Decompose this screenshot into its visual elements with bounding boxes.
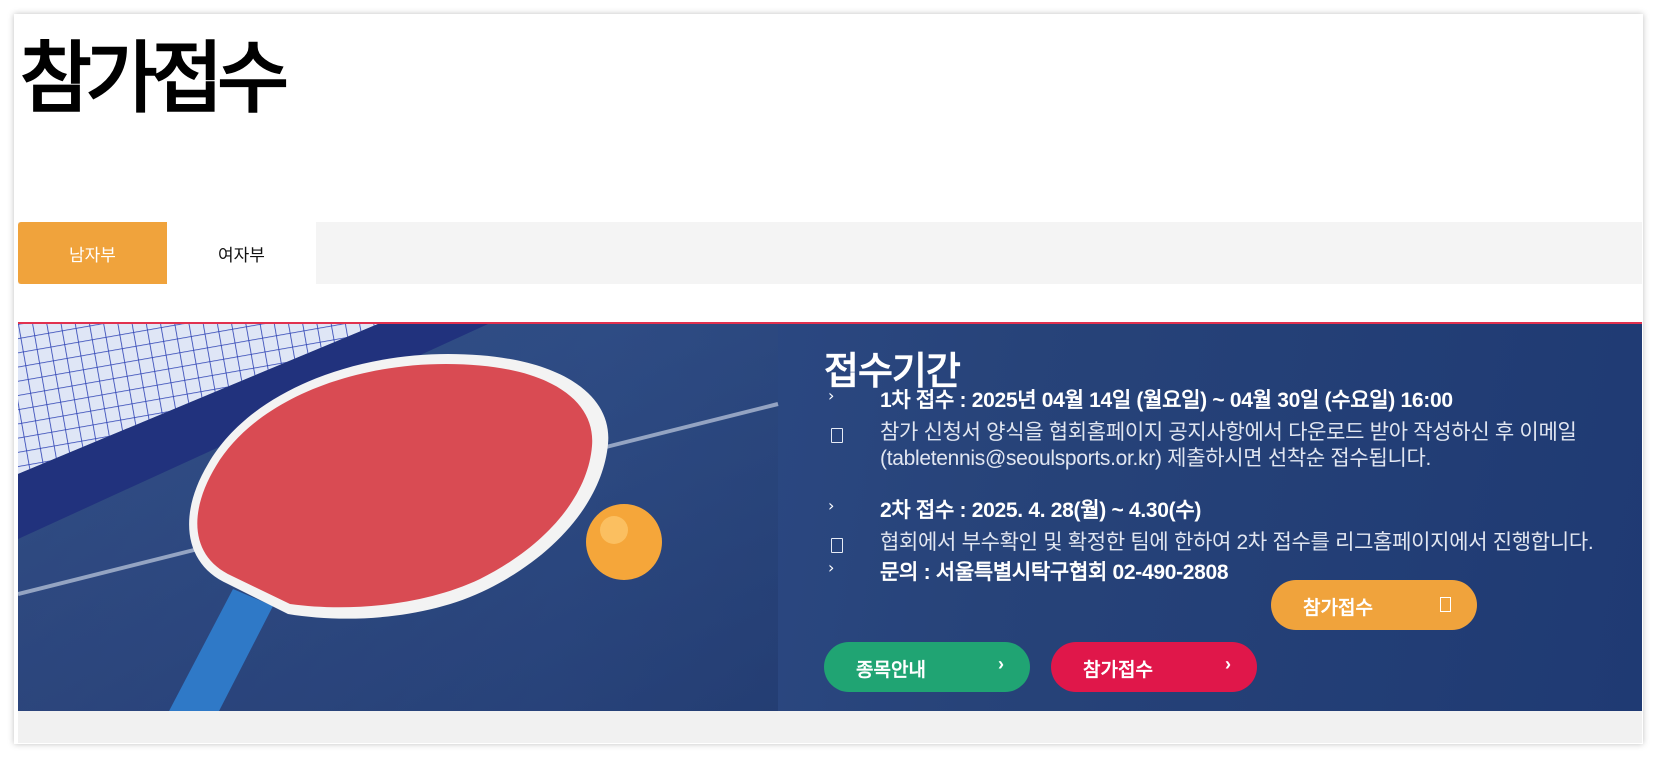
tab-men[interactable]: 남자부 xyxy=(18,222,167,284)
tab-bar: 남자부 여자부 xyxy=(18,222,1642,284)
bullet-1: › xyxy=(828,386,835,405)
inquiry-contact: 문의 : 서울특별시탁구협회 02-490-2808 xyxy=(880,561,1229,584)
ball-highlight xyxy=(600,516,628,544)
ball xyxy=(586,504,662,580)
footer-strip xyxy=(18,711,1642,743)
tab-women[interactable]: 여자부 xyxy=(167,222,316,284)
apply-float-label: 참가접수 xyxy=(1303,598,1373,619)
page-title: 참가접수 xyxy=(20,34,289,124)
first-registration-desc-line2: (tabletennis@seoulsports.or.kr) 제출하시면 선착… xyxy=(880,447,1432,470)
chevron-right-icon: › xyxy=(998,654,1004,674)
note-icon xyxy=(831,538,843,553)
chevron-right-icon: › xyxy=(1225,654,1231,674)
second-registration-period: 2차 접수 : 2025. 4. 28(월) ~ 4.30(수) xyxy=(880,499,1202,522)
apply-button[interactable]: 참가접수 › xyxy=(1051,642,1257,692)
apply-label: 참가접수 xyxy=(1083,660,1153,681)
second-registration-desc: 협회에서 부수확인 및 확정한 팀에 한하여 2차 접수를 리그홈페이지에서 진… xyxy=(880,531,1594,554)
apply-float-button[interactable]: 참가접수 xyxy=(1271,580,1477,630)
first-registration-period: 1차 접수 : 2025년 04월 14일 (월요일) ~ 04월 30일 (수… xyxy=(880,389,1453,412)
note-icon xyxy=(831,428,843,443)
first-registration-desc-line1: 참가 신청서 양식을 협회홈페이지 공지사항에서 다운로드 받아 작성하신 후 … xyxy=(880,421,1577,444)
square-icon xyxy=(1440,597,1451,612)
bullet-2: › xyxy=(828,496,835,515)
event-guide-button[interactable]: 종목안내 › xyxy=(824,642,1030,692)
bullet-3: › xyxy=(828,558,835,577)
registration-banner: 접수기간 › 1차 접수 : 2025년 04월 14일 (월요일) ~ 04월… xyxy=(18,322,1642,713)
event-guide-label: 종목안내 xyxy=(856,660,926,681)
